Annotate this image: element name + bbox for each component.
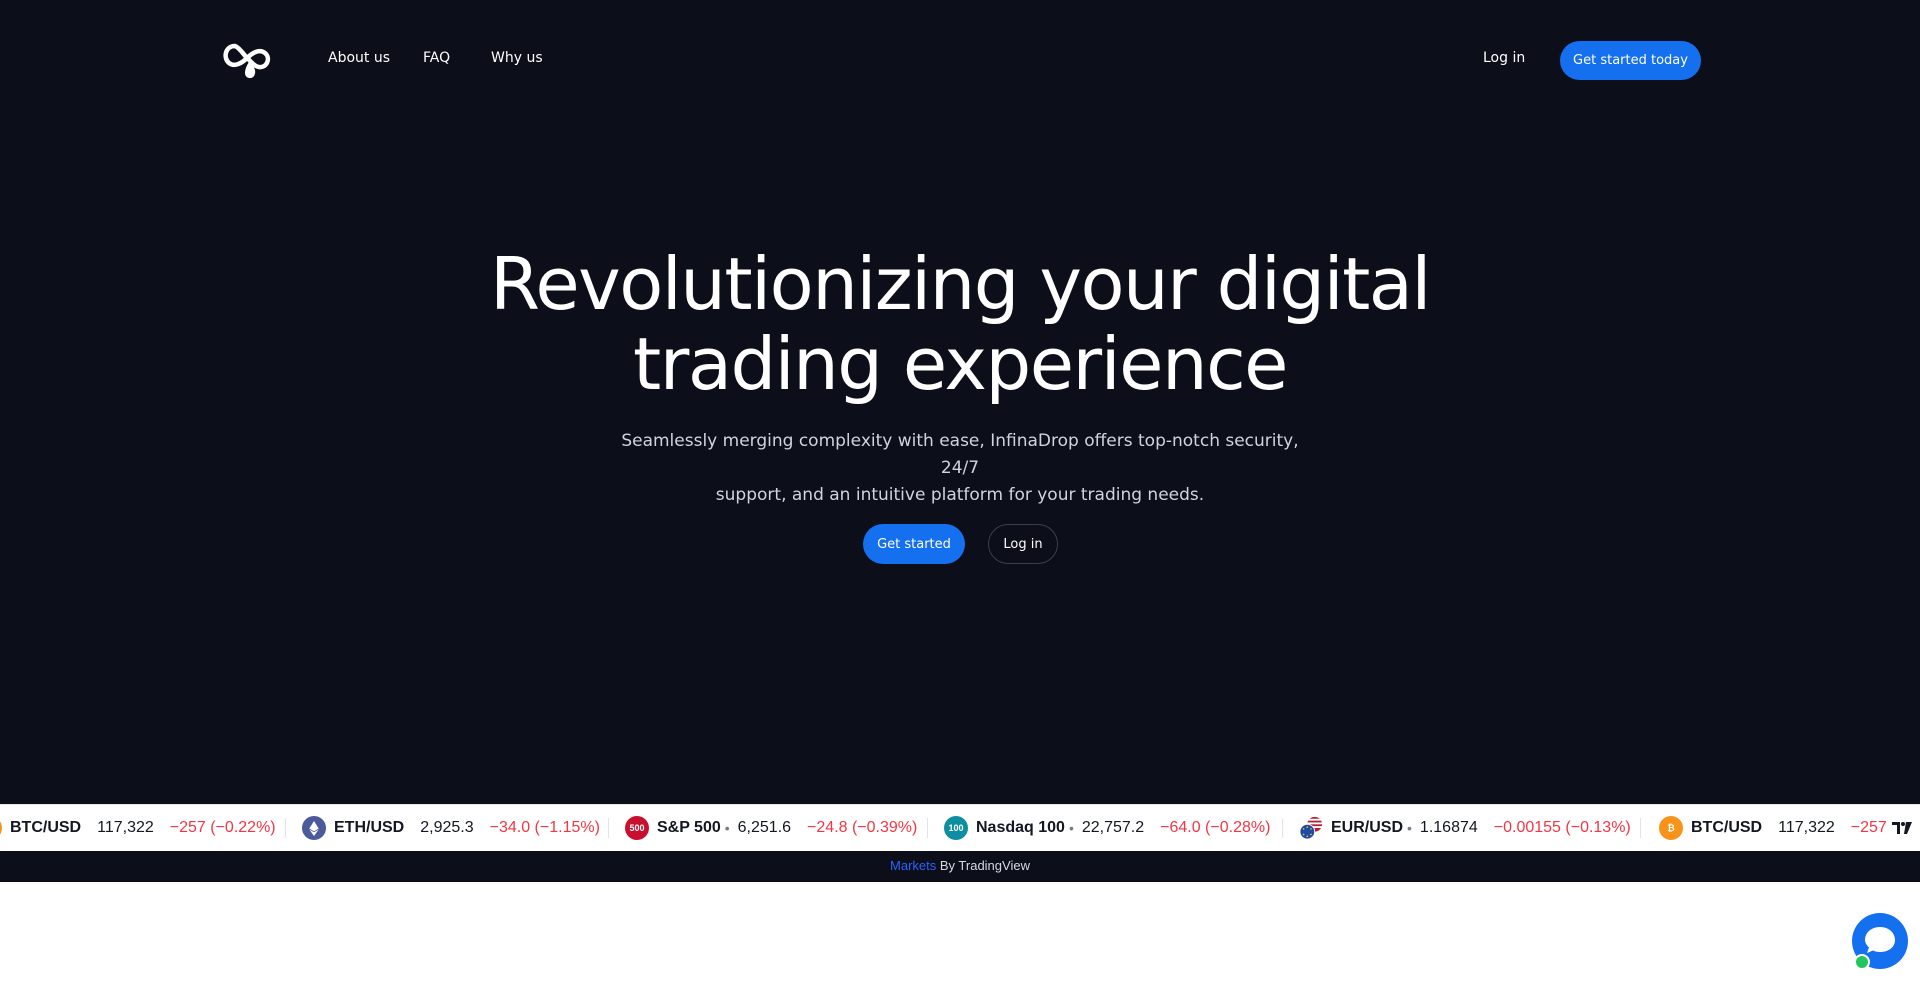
ticker-separator: [285, 818, 286, 838]
hero-login-button[interactable]: Log in: [988, 524, 1058, 564]
hero-section: About us FAQ Why us Log in Get started t…: [0, 0, 1920, 882]
get-started-today-button[interactable]: Get started today: [1560, 41, 1701, 80]
hero-headline-line-1: Revolutionizing your digital: [490, 242, 1431, 326]
nav-link-faq[interactable]: FAQ: [423, 49, 450, 67]
ticker-price: 2,925.3: [420, 819, 474, 836]
hero-headline: Revolutionizing your digital trading exp…: [460, 244, 1460, 404]
hero-headline-line-2: trading experience: [633, 322, 1288, 406]
ticker-symbol: S&P 500: [657, 819, 721, 836]
ethereum-icon: [302, 816, 326, 840]
ticker-change: −34.0 (−1.15%): [489, 819, 600, 836]
ticker-separator: [1282, 818, 1283, 838]
get-started-button[interactable]: Get started: [863, 524, 965, 564]
ticker-price: 22,757.2: [1081, 819, 1145, 836]
infinadrop-logo-icon[interactable]: [221, 38, 273, 80]
nav-link-why-us[interactable]: Why us: [491, 49, 543, 67]
ticker-price: 6,251.6: [737, 819, 792, 836]
ticker-item-eur-usd[interactable]: EUR/USD • 1.16874 −0.00155 (−0.13%): [1299, 805, 1631, 851]
ticker-item-btc-usd[interactable]: ₿ BTC/USD 117,322 −257 (−0.22%): [0, 805, 276, 851]
ticker-item-sp500[interactable]: 500 S&P 500 • 6,251.6 −24.8 (−0.39%): [625, 805, 917, 851]
ticker-market-dot: •: [1068, 820, 1074, 836]
chat-bubble-icon: [1865, 927, 1895, 953]
ticker-separator: [608, 818, 609, 838]
ticker-market-dot: •: [1407, 820, 1412, 836]
tradingview-ticker-tape[interactable]: ₿ BTC/USD 117,322 −257 (−0.22%) ETH/USD …: [0, 804, 1920, 852]
nav-login-link[interactable]: Log in: [1483, 49, 1525, 67]
ticker-price: 1.16874: [1419, 819, 1478, 836]
top-nav: About us FAQ Why us Log in Get started t…: [0, 0, 1920, 120]
ticker-symbol: EUR/USD: [1331, 819, 1404, 836]
ticker-symbol: BTC/USD: [10, 819, 82, 836]
ticker-price: 117,322: [97, 819, 154, 836]
ticker-change: −64.0 (−0.28%): [1160, 819, 1271, 836]
bitcoin-icon: ₿: [1659, 816, 1683, 840]
bitcoin-icon: ₿: [0, 816, 2, 840]
ticker-price: 117,322: [1778, 819, 1835, 836]
hero-subtext-line-2: support, and an intuitive platform for y…: [715, 485, 1205, 505]
ticker-change: −0.00155 (−0.13%): [1493, 819, 1631, 836]
ticker-change: −257 (−0.22%): [169, 819, 276, 836]
ticker-item-btc-usd-repeat[interactable]: ₿ BTC/USD 117,322 −257 (: [1659, 805, 1897, 851]
ticker-item-eth-usd[interactable]: ETH/USD 2,925.3 −34.0 (−1.15%): [302, 805, 600, 851]
ticker-separator: [1640, 818, 1641, 838]
nav-link-about-us[interactable]: About us: [328, 49, 390, 67]
sp500-icon: 500: [625, 816, 649, 840]
ticker-market-dot: •: [724, 820, 730, 836]
ticker-separator: [927, 818, 928, 838]
ticker-symbol: BTC/USD: [1691, 819, 1763, 836]
nasdaq-icon: 100: [944, 816, 968, 840]
eur-usd-flag-icon: [1299, 816, 1323, 840]
tradingview-attribution: Markets By TradingView: [0, 851, 1920, 881]
ticker-item-nasdaq-100[interactable]: 100 Nasdaq 100 • 22,757.2 −64.0 (−0.28%): [944, 805, 1270, 851]
markets-link[interactable]: Markets: [890, 858, 936, 873]
attribution-text: By TradingView: [936, 858, 1030, 873]
online-status-dot: [1854, 954, 1870, 970]
ticker-symbol: ETH/USD: [334, 819, 405, 836]
ticker-symbol: Nasdaq 100: [976, 819, 1065, 836]
hero-subtext: Seamlessly merging complexity with ease,…: [620, 428, 1300, 509]
tradingview-logo-icon[interactable]: [1890, 818, 1914, 838]
ticker-change: −24.8 (−0.39%): [807, 819, 918, 836]
hero-subtext-line-1: Seamlessly merging complexity with ease,…: [621, 431, 1299, 478]
